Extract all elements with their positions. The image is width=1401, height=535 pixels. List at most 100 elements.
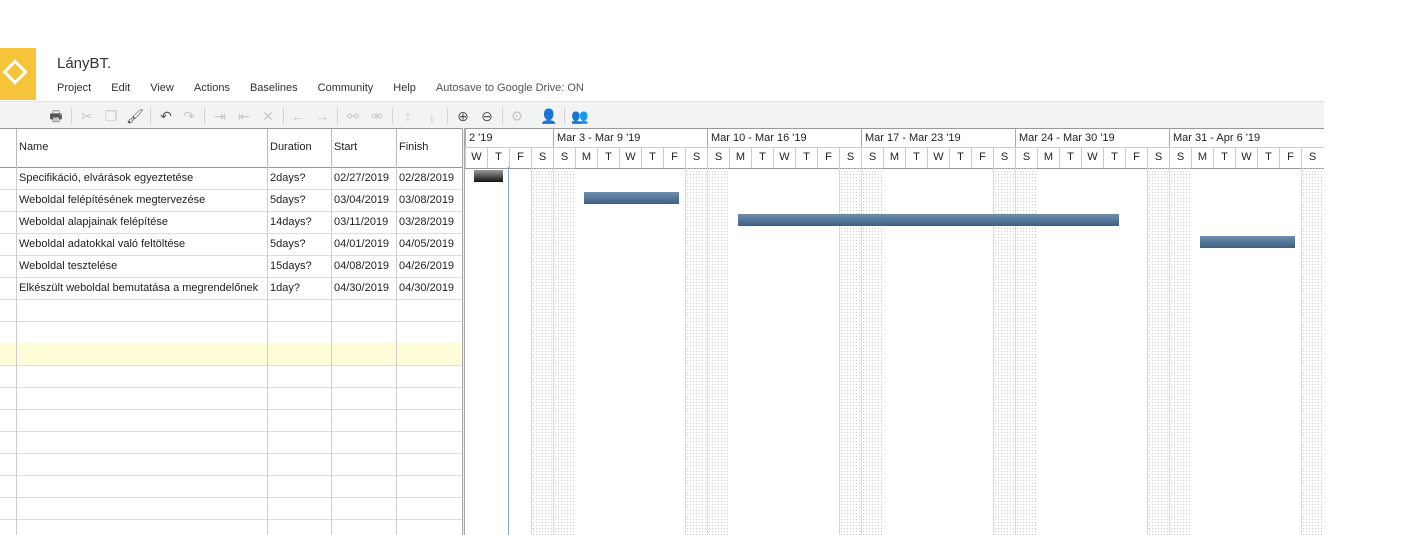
empty-cell[interactable]: [396, 475, 462, 497]
task-finish-cell[interactable]: 04/30/2019: [396, 277, 462, 299]
task-finish-cell[interactable]: 04/26/2019: [396, 255, 462, 277]
copy-icon[interactable]: ❐: [102, 107, 120, 125]
task-start-cell[interactable]: 03/04/2019: [331, 189, 397, 211]
task-duration-cell[interactable]: 14days?: [267, 211, 332, 233]
empty-cell[interactable]: [267, 387, 332, 409]
column-header-name[interactable]: Name: [16, 129, 268, 167]
empty-cell[interactable]: [396, 387, 462, 409]
empty-cell[interactable]: [267, 343, 332, 365]
table-row[interactable]: Elkészült weboldal bemutatása a megrende…: [0, 277, 462, 300]
task-start-cell[interactable]: 02/27/2019: [331, 167, 397, 189]
empty-cell[interactable]: [396, 519, 462, 535]
empty-cell[interactable]: [16, 387, 268, 409]
column-header-start[interactable]: Start: [331, 129, 397, 167]
empty-cell[interactable]: [331, 299, 397, 321]
user-icon[interactable]: 👤: [540, 107, 558, 125]
undo-icon[interactable]: ↶: [157, 107, 175, 125]
task-bar[interactable]: [738, 214, 1119, 226]
menu-view[interactable]: View: [150, 82, 174, 94]
task-duration-cell[interactable]: 2days?: [267, 167, 332, 189]
paste-format-icon[interactable]: 🖌: [126, 107, 144, 125]
empty-cell[interactable]: [16, 343, 268, 365]
empty-row[interactable]: [0, 387, 462, 410]
redo-icon[interactable]: ↷: [180, 107, 198, 125]
empty-row[interactable]: [0, 343, 462, 366]
empty-cell[interactable]: [16, 409, 268, 431]
arrow-right-icon[interactable]: →: [313, 107, 331, 125]
empty-cell[interactable]: [267, 365, 332, 387]
empty-cell[interactable]: [267, 519, 332, 535]
link-icon[interactable]: ⚯: [344, 107, 362, 125]
empty-cell[interactable]: [331, 365, 397, 387]
empty-row[interactable]: [0, 453, 462, 476]
empty-cell[interactable]: [16, 475, 268, 497]
empty-cell[interactable]: [396, 321, 462, 343]
empty-cell[interactable]: [331, 519, 397, 535]
task-bar[interactable]: [474, 170, 503, 182]
delete-icon[interactable]: ✕: [259, 107, 277, 125]
move-up-icon[interactable]: ↑: [399, 107, 417, 125]
empty-row[interactable]: [0, 519, 462, 535]
task-start-cell[interactable]: 03/11/2019: [331, 211, 397, 233]
empty-row[interactable]: [0, 365, 462, 388]
outdent-icon[interactable]: ⇤: [235, 107, 253, 125]
empty-row[interactable]: [0, 475, 462, 498]
empty-cell[interactable]: [396, 299, 462, 321]
task-start-cell[interactable]: 04/01/2019: [331, 233, 397, 255]
empty-cell[interactable]: [267, 431, 332, 453]
print-icon[interactable]: 🖶: [47, 107, 65, 125]
empty-cell[interactable]: [16, 519, 268, 535]
empty-cell[interactable]: [16, 453, 268, 475]
empty-row[interactable]: [0, 431, 462, 454]
empty-cell[interactable]: [267, 299, 332, 321]
zoom-out-icon[interactable]: ⊖: [478, 107, 496, 125]
empty-cell[interactable]: [396, 409, 462, 431]
empty-cell[interactable]: [331, 387, 397, 409]
task-duration-cell[interactable]: 5days?: [267, 189, 332, 211]
arrow-left-icon[interactable]: ←: [289, 107, 307, 125]
task-start-cell[interactable]: 04/30/2019: [331, 277, 397, 299]
task-bar[interactable]: [1200, 236, 1295, 248]
empty-cell[interactable]: [396, 497, 462, 519]
empty-row[interactable]: [0, 321, 462, 344]
empty-cell[interactable]: [267, 475, 332, 497]
empty-cell[interactable]: [16, 321, 268, 343]
task-finish-cell[interactable]: 03/08/2019: [396, 189, 462, 211]
table-row[interactable]: Weboldal felépítésének megtervezése 5days…: [0, 189, 462, 212]
column-header-finish[interactable]: Finish: [396, 129, 462, 167]
empty-cell[interactable]: [331, 497, 397, 519]
menu-help[interactable]: Help: [393, 82, 416, 94]
empty-cell[interactable]: [16, 431, 268, 453]
project-title[interactable]: LányBT.: [57, 55, 111, 72]
empty-cell[interactable]: [331, 453, 397, 475]
empty-cell[interactable]: [267, 321, 332, 343]
table-row[interactable]: Weboldal alapjainak felépítése 14days? 03/…: [0, 211, 462, 234]
task-finish-cell[interactable]: 02/28/2019: [396, 167, 462, 189]
indent-icon[interactable]: ⇥: [211, 107, 229, 125]
empty-row[interactable]: [0, 409, 462, 432]
task-start-cell[interactable]: 04/08/2019: [331, 255, 397, 277]
task-name-cell[interactable]: Weboldal alapjainak felépítése: [16, 211, 268, 233]
task-finish-cell[interactable]: 03/28/2019: [396, 211, 462, 233]
unlink-icon[interactable]: ⚮: [368, 107, 386, 125]
empty-cell[interactable]: [396, 343, 462, 365]
empty-cell[interactable]: [396, 365, 462, 387]
autosave-status[interactable]: Autosave to Google Drive: ON: [436, 82, 584, 94]
empty-row[interactable]: [0, 497, 462, 520]
table-row[interactable]: Weboldal tesztelése 15days? 04/08/2019 04/2…: [0, 255, 462, 278]
empty-cell[interactable]: [331, 475, 397, 497]
empty-row[interactable]: [0, 299, 462, 322]
empty-cell[interactable]: [331, 321, 397, 343]
empty-cell[interactable]: [396, 431, 462, 453]
empty-cell[interactable]: [267, 453, 332, 475]
task-duration-cell[interactable]: 5days?: [267, 233, 332, 255]
table-row[interactable]: Specifikáció, elvárások egyeztetése 2days…: [0, 167, 462, 190]
empty-cell[interactable]: [331, 343, 397, 365]
zoom-in-icon[interactable]: ⊕: [454, 107, 472, 125]
move-down-icon[interactable]: ↓: [423, 107, 441, 125]
menu-edit[interactable]: Edit: [111, 82, 130, 94]
menu-community[interactable]: Community: [318, 82, 374, 94]
column-header-duration[interactable]: Duration: [267, 129, 332, 167]
task-duration-cell[interactable]: 15days?: [267, 255, 332, 277]
settings-icon[interactable]: ⚙: [508, 107, 526, 125]
